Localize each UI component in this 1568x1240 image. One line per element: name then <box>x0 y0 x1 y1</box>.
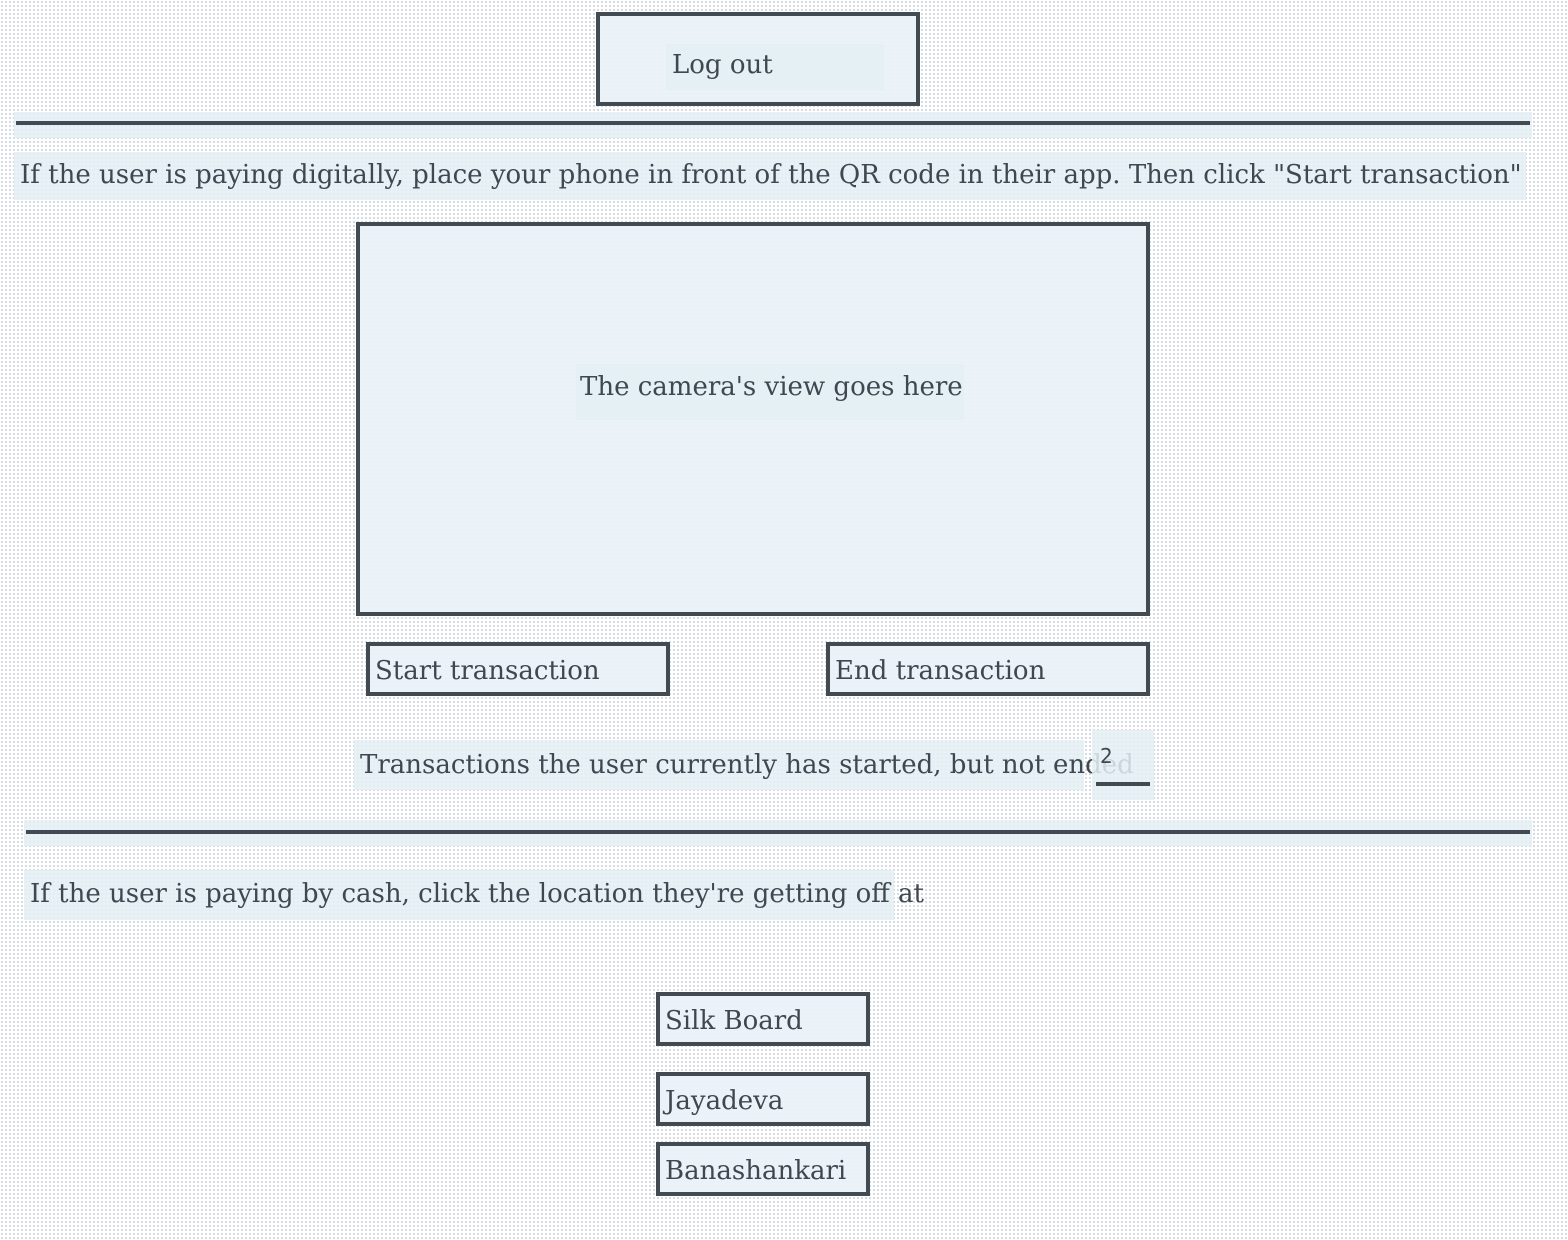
top-divider-band <box>14 112 1532 138</box>
logout-label: Log out <box>672 50 773 80</box>
location-label: Banashankari <box>665 1156 847 1186</box>
start-transaction-label: Start transaction <box>375 656 600 686</box>
start-transaction-button[interactable]: Start transaction <box>366 642 670 696</box>
end-transaction-label: End transaction <box>835 656 1046 686</box>
location-label: Jayadeva <box>665 1086 784 1116</box>
open-count-value: 2 <box>1100 744 1113 768</box>
location-button-silk-board[interactable]: Silk Board <box>656 992 870 1046</box>
camera-placeholder: The camera's view goes here <box>580 372 963 402</box>
top-divider <box>16 121 1530 125</box>
location-button-jayadeva[interactable]: Jayadeva <box>656 1072 870 1126</box>
open-count-underline <box>1096 782 1150 786</box>
camera-view: The camera's view goes here <box>356 222 1150 616</box>
location-button-banashankari[interactable]: Banashankari <box>656 1142 870 1196</box>
location-label: Silk Board <box>665 1006 803 1036</box>
digital-instruction: If the user is paying digitally, place y… <box>20 160 1522 190</box>
middle-divider <box>26 830 1530 834</box>
open-count-label: Transactions the user currently has star… <box>360 750 1134 780</box>
logout-button[interactable]: Log out <box>596 12 920 106</box>
end-transaction-button[interactable]: End transaction <box>826 642 1150 696</box>
cash-instruction: If the user is paying by cash, click the… <box>30 879 924 909</box>
